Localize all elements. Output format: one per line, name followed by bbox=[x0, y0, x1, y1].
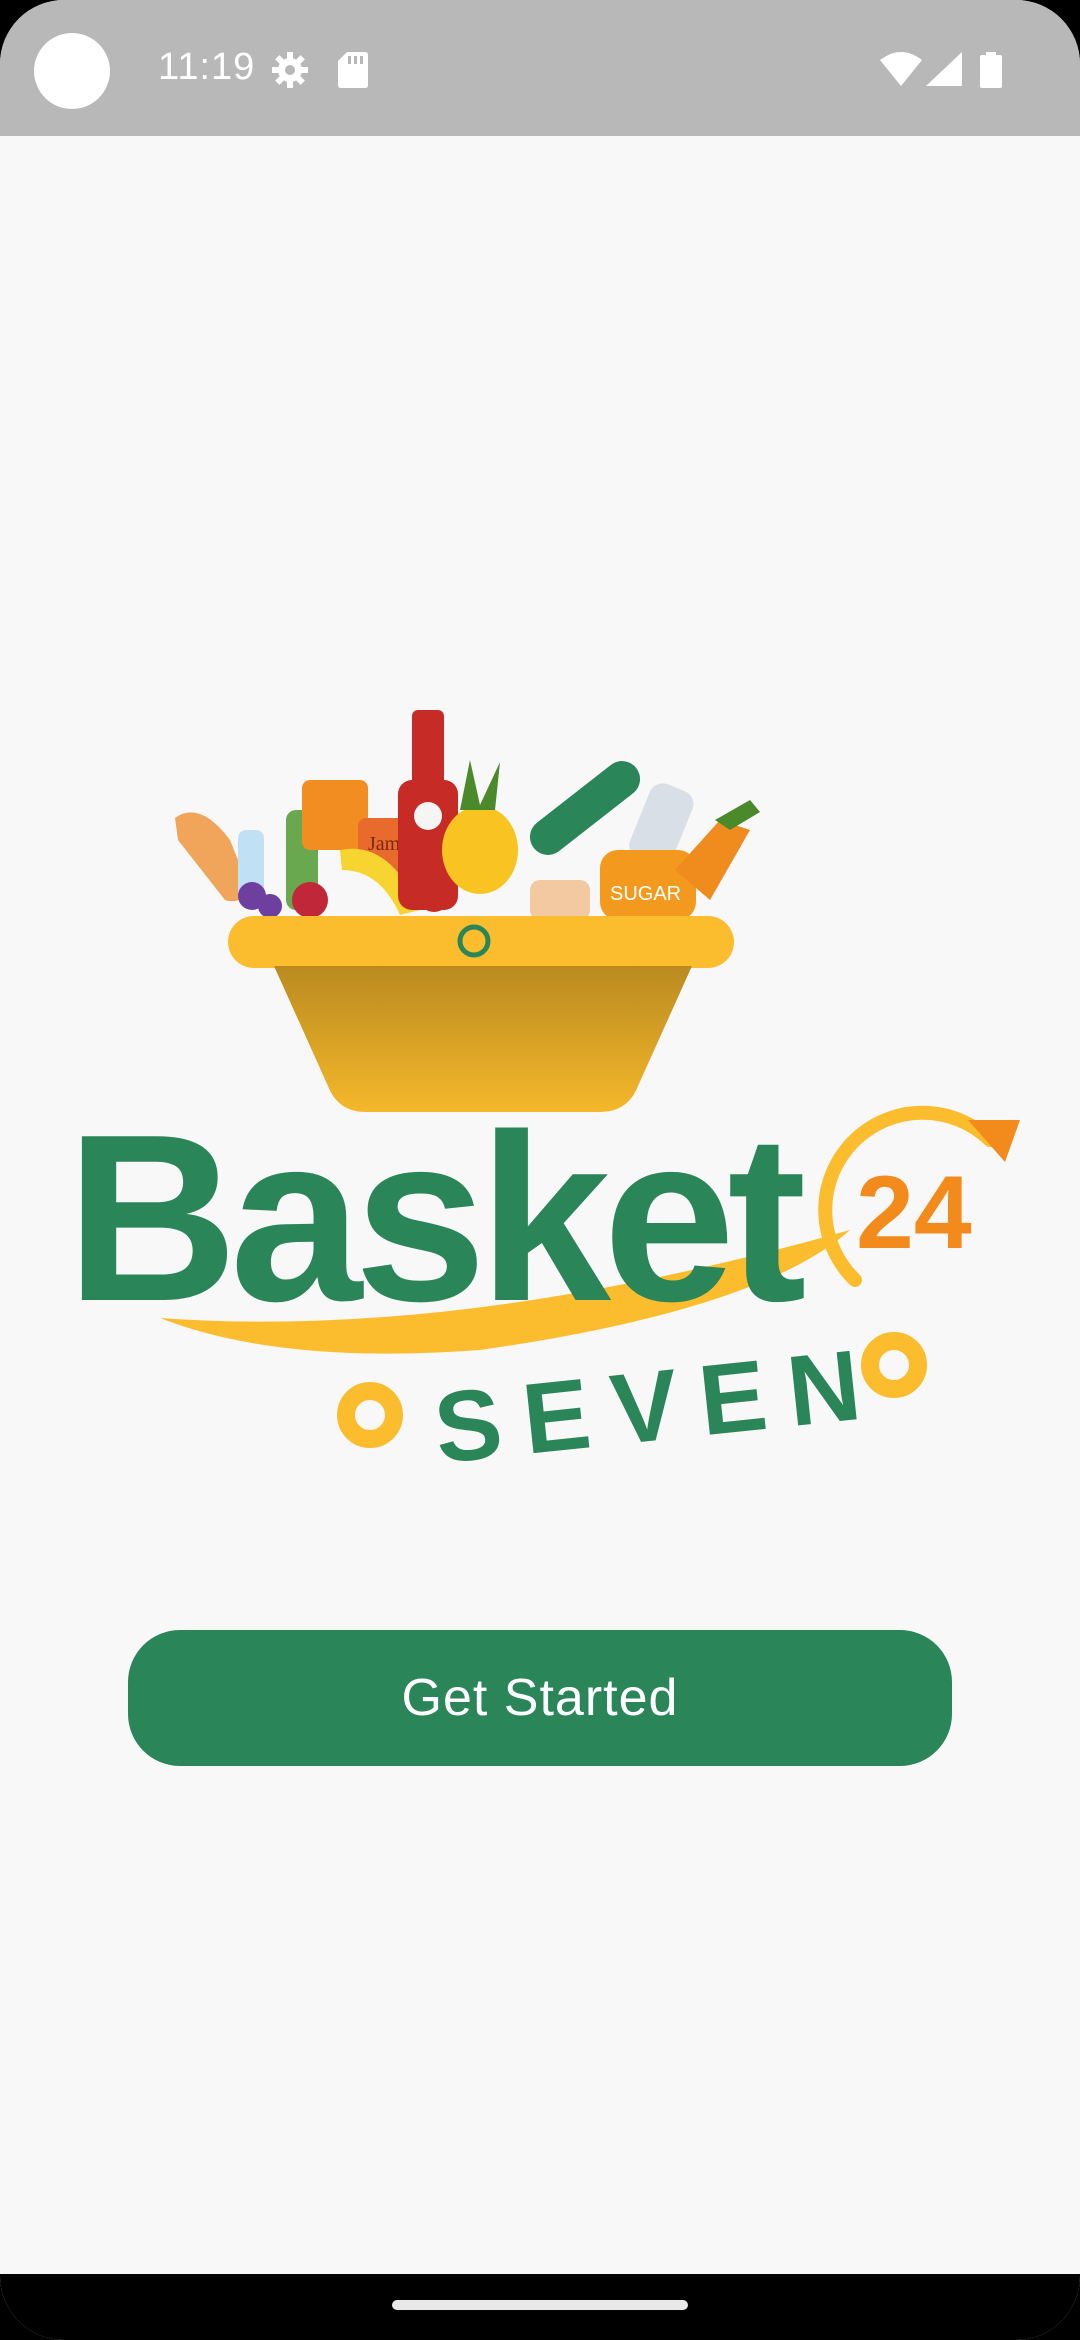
groceries-illustration: Jam SUGAR bbox=[175, 710, 760, 920]
clock-arrow-emblem: 24 bbox=[818, 1105, 1020, 1287]
status-bar: 11:19 bbox=[0, 0, 1080, 136]
logo-wordmark: Basket bbox=[66, 1086, 804, 1351]
bag-label: SUGAR bbox=[610, 883, 681, 905]
camera-cutout bbox=[34, 33, 110, 109]
wifi-icon bbox=[880, 52, 922, 86]
gear-icon bbox=[272, 52, 308, 88]
jar-label: Jam bbox=[368, 833, 401, 855]
app-screen: 11:19 Jam SUGAR Basket 24 SEVEN Get Star… bbox=[0, 0, 1080, 2340]
basket24-seven-logo: Jam SUGAR Basket 24 SEVEN bbox=[66, 710, 1020, 1480]
ring-left-decoration bbox=[337, 1382, 403, 1448]
signal-icon bbox=[926, 52, 962, 86]
status-time: 11:19 bbox=[158, 46, 256, 88]
sd-card-icon bbox=[338, 52, 368, 88]
battery-icon bbox=[980, 52, 1002, 88]
basket-illustration bbox=[228, 916, 734, 1112]
get-started-button[interactable]: Get Started bbox=[128, 1630, 952, 1766]
home-gesture-handle[interactable] bbox=[392, 2300, 688, 2310]
logo-number: 24 bbox=[856, 1155, 972, 1271]
